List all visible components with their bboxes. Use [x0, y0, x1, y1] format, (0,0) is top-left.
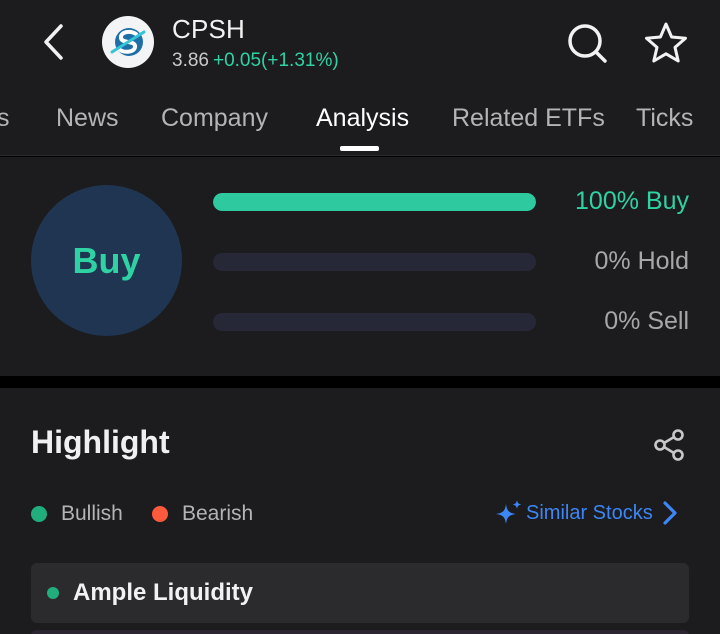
search-icon [568, 24, 607, 63]
buy-bar-fill [213, 193, 536, 211]
highlight-title: Highlight [31, 424, 170, 460]
tab-related-etfs[interactable]: Related ETFs [452, 104, 605, 133]
buy-bar [213, 193, 536, 211]
tab-analysis[interactable]: Analysis [316, 104, 409, 133]
chevron-right-icon [663, 501, 677, 525]
legend-bearish: Bearish [152, 502, 253, 526]
similar-stocks-link[interactable]: Similar Stocks [494, 498, 681, 528]
hold-bar [213, 253, 536, 271]
hold-percentage-label: 0% Hold [594, 247, 690, 275]
legend-bullish: Bullish [31, 502, 123, 526]
sell-bar [213, 313, 536, 331]
highlight-item-label: Ample Liquidity [73, 579, 253, 606]
company-logo [102, 16, 154, 68]
company-logo-icon [110, 28, 146, 56]
sparkle-icon [496, 500, 522, 524]
bearish-dot [152, 506, 168, 522]
back-button[interactable] [34, 20, 74, 64]
star-icon [645, 22, 687, 63]
legend-bullish-label: Bullish [61, 502, 123, 525]
analyst-rating-panel: Buy 100% Buy 0% Hold 0% Sell [0, 157, 720, 376]
chevron-left-icon [44, 24, 63, 60]
consensus-rating-circle: Buy [31, 185, 182, 336]
watchlist-button[interactable] [642, 20, 690, 66]
bullish-indicator-dot [47, 587, 59, 599]
tab-bar: s News Company Analysis Related ETFs Tic… [0, 86, 720, 156]
quote-line: 3.86 +0.05(+1.31%) [172, 50, 339, 72]
consensus-rating-label: Buy [72, 239, 141, 281]
next-highlight-card[interactable] [31, 630, 689, 634]
similar-stocks-label: Similar Stocks [526, 501, 653, 524]
sell-percentage-label: 0% Sell [604, 307, 689, 335]
highlight-panel: Highlight Bullish Bearish Similar Stocks… [0, 388, 720, 634]
share-button[interactable] [648, 426, 690, 464]
highlight-item-card[interactable]: Ample Liquidity [31, 563, 689, 623]
tab-company[interactable]: Company [161, 104, 268, 133]
stock-price: 3.86 [172, 50, 209, 71]
price-change: +0.05(+1.31%) [212, 50, 339, 71]
active-tab-indicator [340, 146, 379, 151]
stock-ticker: CPSH [172, 14, 246, 44]
share-icon [654, 429, 684, 461]
bullish-dot [31, 506, 47, 522]
tab-news[interactable]: News [56, 104, 119, 133]
header-bar: CPSH 3.86 +0.05(+1.31%) [0, 0, 720, 86]
tab-previous[interactable]: s [0, 104, 10, 133]
search-button[interactable] [566, 22, 608, 64]
tab-ticks[interactable]: Ticks [636, 104, 693, 133]
legend-bearish-label: Bearish [182, 502, 254, 525]
buy-percentage-label: 100% Buy [575, 187, 689, 215]
